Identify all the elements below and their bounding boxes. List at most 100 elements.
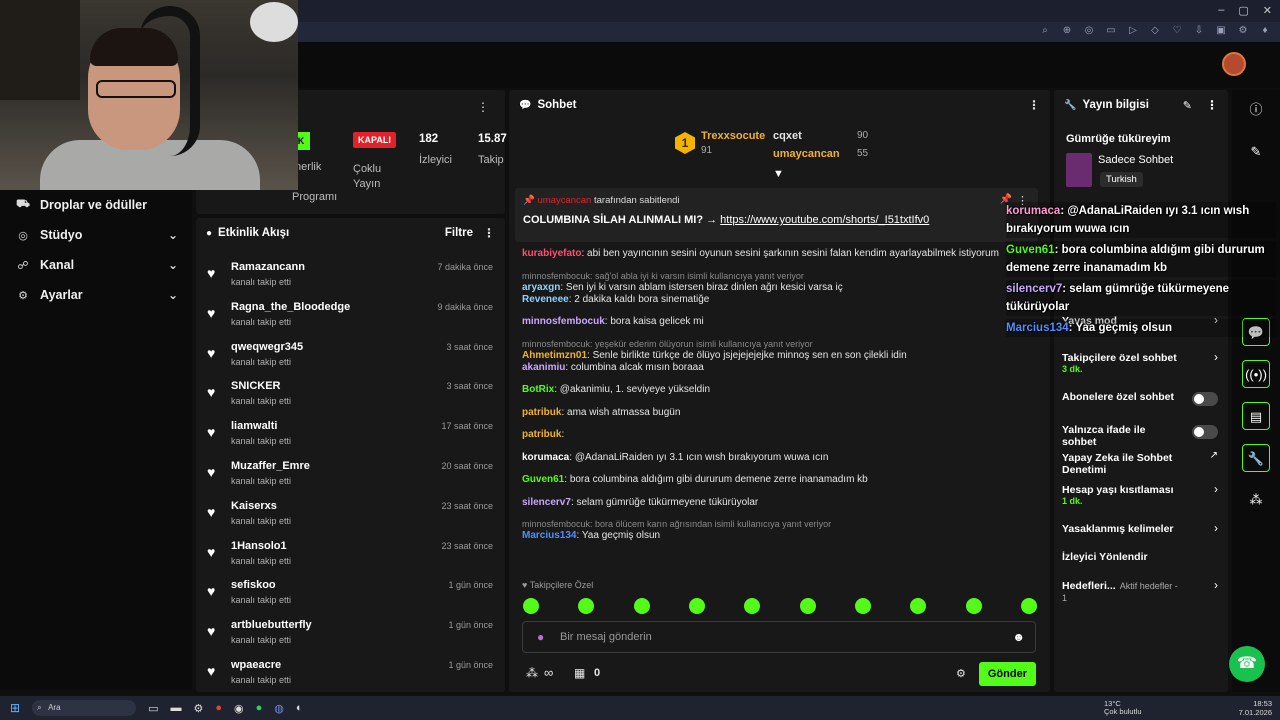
- more-icon[interactable]: ⋮: [1028, 98, 1040, 112]
- external-link-icon[interactable]: ↗: [1210, 450, 1218, 461]
- extension-icon[interactable]: ◇: [1148, 25, 1162, 36]
- emote-icon[interactable]: [578, 598, 595, 614]
- nav-item[interactable]: ◎ Stüdyo ⌄: [0, 220, 192, 250]
- chat-username[interactable]: aryaxgn: [522, 282, 560, 293]
- follower-name[interactable]: artbluebutterfly: [231, 619, 312, 631]
- chat-username[interactable]: silencerv7: [522, 497, 571, 508]
- pinned-link[interactable]: https://www.youtube.com/shorts/_I51txtIf…: [720, 214, 929, 226]
- follower-name[interactable]: Ramazancann: [231, 261, 305, 273]
- nav-item[interactable]: ⛟ Droplar ve ödüller: [0, 190, 192, 220]
- follower-name[interactable]: Ragna_the_Bloodedge: [231, 301, 350, 313]
- collapse-icon[interactable]: ▼: [773, 168, 784, 180]
- nav-item[interactable]: ⚙ Ayarlar ⌄: [0, 280, 192, 310]
- chat-username[interactable]: Reveneee: [522, 294, 569, 305]
- follower-name[interactable]: Kaiserxs: [231, 500, 277, 512]
- close-button[interactable]: ✕: [1263, 4, 1272, 17]
- chat-username[interactable]: Guven61: [522, 474, 564, 485]
- extension-icon[interactable]: ⊕: [1060, 25, 1074, 36]
- emote-icon[interactable]: [688, 598, 705, 614]
- follower-name[interactable]: qweqwegr345: [231, 341, 303, 353]
- gift-icon[interactable]: ▦: [574, 666, 585, 680]
- emote-icon[interactable]: [854, 598, 871, 614]
- microphone-icon[interactable]: ●: [537, 630, 544, 644]
- broadcast-icon[interactable]: ((•)): [1242, 360, 1270, 388]
- extension-icon[interactable]: ▭: [1104, 25, 1118, 36]
- chat-username[interactable]: patribuk: [522, 407, 561, 418]
- setting-row[interactable]: Hedefleri... Aktif hedefler - 1: [1062, 580, 1182, 604]
- extension-icon[interactable]: ▣: [1214, 25, 1228, 36]
- chat-username[interactable]: korumaca: [522, 452, 569, 463]
- chevron-down-icon[interactable]: ⌄: [168, 288, 178, 302]
- chat-username[interactable]: akanimiu: [522, 362, 565, 373]
- follower-name[interactable]: SNICKER: [231, 380, 281, 392]
- toggle-switch[interactable]: [1192, 392, 1218, 406]
- discord-icon[interactable]: ◍: [274, 702, 284, 715]
- edit-icon[interactable]: ✎: [1183, 99, 1192, 112]
- emote-icon[interactable]: [523, 598, 539, 614]
- clock[interactable]: 18:53 7.01.2026: [1239, 699, 1272, 717]
- setting-row[interactable]: Abonelere özel sohbet: [1062, 391, 1182, 403]
- setting-row[interactable]: Yapay Zeka ile Sohbet Denetimi: [1062, 452, 1182, 476]
- emote-icon[interactable]: [744, 598, 761, 614]
- toggle-switch[interactable]: [1192, 425, 1218, 439]
- extension-icon[interactable]: ♡: [1170, 25, 1184, 36]
- chat-username[interactable]: Ahmetimzn01: [522, 350, 587, 361]
- spotify-icon[interactable]: ●: [256, 702, 263, 714]
- follower-name[interactable]: sefiskoo: [231, 579, 276, 591]
- emoji-icon[interactable]: ☻: [1012, 630, 1025, 644]
- settings-app-icon[interactable]: ⚙: [193, 702, 203, 715]
- more-icon[interactable]: ⋮: [477, 100, 489, 114]
- minimize-button[interactable]: –: [1218, 4, 1224, 17]
- windows-start-icon[interactable]: ⊞: [10, 701, 20, 715]
- chat-username[interactable]: Marcius134: [522, 530, 576, 541]
- more-icon[interactable]: ⋮: [1206, 98, 1218, 112]
- emote-icon[interactable]: [965, 598, 982, 614]
- chat-input[interactable]: [560, 628, 980, 646]
- follower-name[interactable]: wpaeacre: [231, 659, 281, 671]
- more-icon[interactable]: ⋮: [483, 226, 495, 240]
- follower-name[interactable]: 1Hansolo1: [231, 540, 287, 552]
- chat-username[interactable]: minnosfembocuk: [522, 316, 605, 327]
- points-icon[interactable]: ⁂: [1242, 486, 1270, 514]
- emote-icon[interactable]: [910, 598, 927, 614]
- extension-icon[interactable]: ⇩: [1192, 25, 1206, 36]
- wrench-icon[interactable]: 🔧: [1242, 444, 1270, 472]
- nav-item[interactable]: ☍ Kanal ⌄: [0, 250, 192, 280]
- support-button[interactable]: ☎: [1229, 646, 1265, 682]
- app-icon[interactable]: ◉: [234, 702, 244, 715]
- chevron-down-icon[interactable]: ⌄: [168, 228, 178, 242]
- extension-icon[interactable]: ♦: [1258, 25, 1272, 36]
- chat-username[interactable]: BotRix: [522, 384, 554, 395]
- extension-icon[interactable]: ⚙: [1236, 25, 1250, 36]
- chevron-right-icon[interactable]: ›: [1214, 521, 1218, 535]
- points-icon[interactable]: ⁂: [526, 666, 538, 680]
- setting-row[interactable]: Yalnızca ifade ile sohbet: [1062, 424, 1182, 448]
- edit-icon[interactable]: ✎: [1242, 138, 1270, 166]
- gear-icon[interactable]: ⚙: [956, 667, 966, 680]
- follower-name[interactable]: Muzaffer_Emre: [231, 460, 310, 472]
- chevron-right-icon[interactable]: ›: [1214, 482, 1218, 496]
- chevron-right-icon[interactable]: ›: [1214, 350, 1218, 364]
- browser-app-icon[interactable]: ●: [215, 702, 222, 714]
- emote-icon[interactable]: [799, 598, 816, 614]
- send-button[interactable]: Gönder: [978, 662, 1036, 686]
- weather-widget[interactable]: 13°C Çok bulutlu: [1104, 700, 1142, 716]
- filter-button[interactable]: Filtre: [445, 227, 473, 239]
- extension-icon[interactable]: ◎: [1082, 25, 1096, 36]
- extension-icon[interactable]: ⌕: [1038, 25, 1052, 36]
- taskbar-search[interactable]: ⌕ Ara: [32, 700, 137, 716]
- follower-name[interactable]: liamwalti: [231, 420, 277, 432]
- avatar[interactable]: [1222, 52, 1246, 76]
- folder-icon[interactable]: ▬: [170, 702, 181, 714]
- setting-row[interactable]: Hesap yaşı kısıtlaması 1 dk.: [1062, 484, 1182, 506]
- setting-row[interactable]: Takipçilere özel sohbet 3 dk.: [1062, 352, 1182, 374]
- emote-icon[interactable]: [1020, 598, 1037, 614]
- setting-row[interactable]: Yasaklanmış kelimeler: [1062, 523, 1182, 535]
- setting-row[interactable]: İzleyici Yönlendir: [1062, 551, 1182, 563]
- chevron-right-icon[interactable]: ›: [1214, 578, 1218, 592]
- chat-username[interactable]: kurabiyefato: [522, 248, 581, 259]
- extension-icon[interactable]: ▷: [1126, 25, 1140, 36]
- steam-icon[interactable]: ◐: [296, 702, 303, 714]
- maximize-button[interactable]: ▢: [1238, 4, 1248, 17]
- chat-username[interactable]: patribuk: [522, 429, 561, 440]
